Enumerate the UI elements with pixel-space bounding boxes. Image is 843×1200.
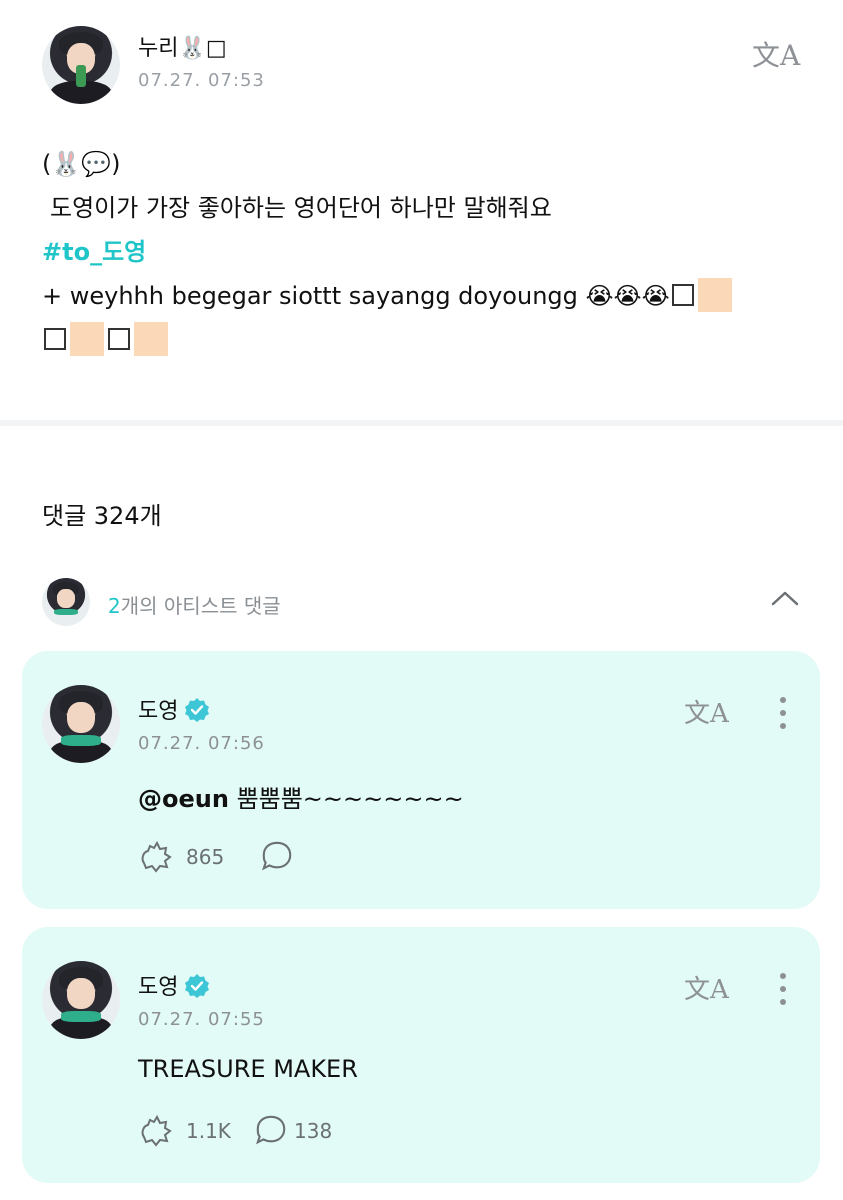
avatar-face xyxy=(66,702,96,734)
comment-body: TREASURE MAKER xyxy=(138,1055,358,1083)
artist-comment-card: 도영 07.27. 07:56 @oeun 뿜뿜뿜~~~~~~~~ 865 文A xyxy=(22,651,820,909)
skin-tone-swatch xyxy=(697,278,732,312)
post-line-2: 도영이가 가장 좋아하는 영어단어 하나만 말해줘요 xyxy=(50,194,552,222)
more-options-icon[interactable] xyxy=(779,697,787,731)
avatar-face xyxy=(57,588,75,608)
verified-badge-icon xyxy=(185,698,210,722)
post-timestamp: 07.27. 07:53 xyxy=(138,70,265,91)
post-line-4: + weyhhh begegar siottt sayangg doyoungg… xyxy=(42,274,822,318)
like-icon[interactable] xyxy=(138,839,174,875)
artist-comments-text: 개의 아티스트 댓글 xyxy=(120,594,281,618)
reply-icon[interactable] xyxy=(254,1113,288,1147)
like-count: 1.1K xyxy=(186,1119,231,1143)
comment-author[interactable]: 도영 xyxy=(138,693,210,725)
reply-count: 138 xyxy=(294,1119,333,1143)
chevron-up-icon[interactable] xyxy=(770,584,800,614)
missing-glyph-box xyxy=(108,328,130,350)
artist-comments-label: 2개의 아티스트 댓글 xyxy=(108,590,281,619)
comment-body: 뿜뿜뿜~~~~~~~~ xyxy=(228,785,464,813)
translate-icon[interactable]: 文A xyxy=(752,34,800,74)
comment-mention[interactable]: @oeun xyxy=(138,785,229,813)
comment-author-avatar[interactable] xyxy=(42,685,120,763)
artist-avatar xyxy=(42,578,90,626)
post-body: (🐰💬) 도영이가 가장 좋아하는 영어단어 하나만 말해줘요 #to_도영 +… xyxy=(42,142,822,362)
post-hashtag[interactable]: #to_도영 xyxy=(42,230,822,274)
avatar-scarf xyxy=(60,1010,102,1022)
avatar-face xyxy=(66,978,96,1010)
post-author-avatar[interactable] xyxy=(42,26,120,104)
post-line-1: (🐰💬) xyxy=(42,150,121,178)
reply-icon[interactable] xyxy=(260,839,294,873)
verified-badge-icon xyxy=(185,974,210,998)
artist-comments-toggle[interactable]: 2개의 아티스트 댓글 xyxy=(42,578,802,626)
avatar-bottle xyxy=(76,65,86,87)
comment-author-name: 도영 xyxy=(138,975,179,1000)
comment-author[interactable]: 도영 xyxy=(138,969,210,1001)
missing-glyph-box xyxy=(671,284,694,306)
missing-glyph-box xyxy=(44,328,66,350)
avatar-scarf xyxy=(60,734,102,746)
more-options-icon[interactable] xyxy=(779,973,787,1007)
artist-comment-card: 도영 07.27. 07:55 TREASURE MAKER 1.1K 138 … xyxy=(22,927,820,1183)
section-divider xyxy=(0,420,843,426)
translate-icon[interactable]: 文A xyxy=(684,693,729,730)
skin-tone-swatch xyxy=(134,322,168,356)
post-line-4-text: + weyhhh begegar siottt sayangg doyoungg… xyxy=(42,282,670,310)
like-icon[interactable] xyxy=(138,1113,174,1149)
comment-timestamp: 07.27. 07:56 xyxy=(138,733,265,754)
comment-text: @oeun 뿜뿜뿜~~~~~~~~ xyxy=(138,779,464,814)
skin-tone-swatch xyxy=(70,322,104,356)
comment-text: TREASURE MAKER xyxy=(138,1055,358,1083)
comments-count: 댓글 324개 xyxy=(42,502,162,530)
translate-icon[interactable]: 文A xyxy=(684,969,729,1006)
post-line-5 xyxy=(42,318,822,362)
post-author-name[interactable]: 누리🐰□ xyxy=(138,30,227,62)
artist-comment-count: 2 xyxy=(108,594,121,618)
comment-timestamp: 07.27. 07:55 xyxy=(138,1009,265,1030)
avatar-scarf xyxy=(53,608,79,616)
like-count: 865 xyxy=(186,845,225,869)
comment-author-avatar[interactable] xyxy=(42,961,120,1039)
comment-author-name: 도영 xyxy=(138,699,179,724)
